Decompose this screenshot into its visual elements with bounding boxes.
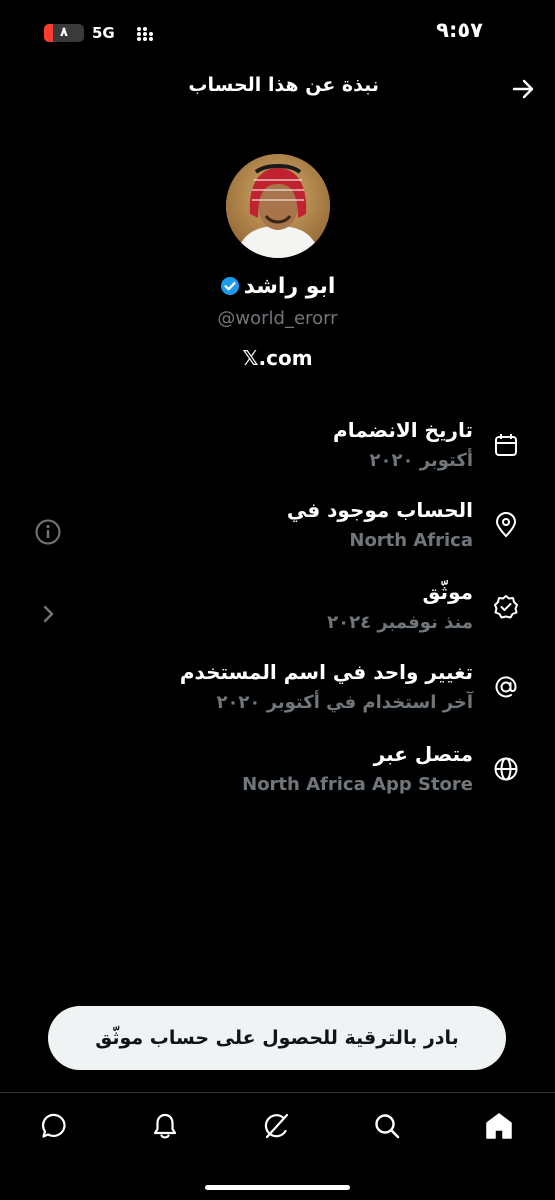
at-icon	[495, 676, 517, 698]
home-indicator	[205, 1185, 350, 1190]
avatar[interactable]	[226, 154, 330, 258]
signal-icon	[137, 27, 153, 41]
profile-name-row: ابو راشد	[0, 274, 555, 299]
home-icon[interactable]	[484, 1111, 514, 1141]
info-row-username-change: تغيير واحد في اسم المستخدم آخر استخدام ف…	[0, 660, 555, 724]
info-icon[interactable]	[34, 518, 62, 546]
profile-handle: @world_erorr	[217, 308, 338, 329]
globe-icon	[494, 757, 518, 781]
battery-level-text: ٨	[60, 25, 68, 40]
back-arrow-icon[interactable]	[511, 78, 535, 100]
row-subtitle: منذ نوفمبر ٢٠٢٤	[327, 612, 473, 633]
row-title: تاريخ الانضمام	[333, 418, 473, 442]
profile-site: 𝕏.com	[242, 346, 313, 370]
avatar-image	[226, 154, 330, 258]
battery-icon: ٨	[44, 24, 84, 42]
bottom-nav	[0, 1092, 555, 1200]
grok-icon[interactable]	[262, 1111, 292, 1141]
profile-name: ابو راشد	[243, 274, 336, 299]
network-type: 5G	[92, 24, 115, 42]
row-subtitle: North Africa	[349, 530, 473, 551]
verified-badge-icon	[494, 595, 518, 619]
row-title: موثّق	[422, 580, 473, 604]
status-time: ٩:٥٧	[436, 18, 483, 42]
row-title: تغيير واحد في اسم المستخدم	[179, 660, 473, 684]
row-subtitle: أكتوبر ٢٠٢٠	[369, 450, 473, 471]
info-row-verified[interactable]: موثّق منذ نوفمبر ٢٠٢٤	[0, 580, 555, 644]
messages-icon[interactable]	[40, 1111, 70, 1141]
status-bar: ٨ 5G ٩:٥٧	[0, 0, 555, 66]
search-icon[interactable]	[372, 1111, 402, 1141]
location-icon	[495, 512, 517, 538]
upgrade-verified-button[interactable]: بادر بالترقية للحصول على حساب موثّق	[48, 1006, 506, 1070]
calendar-icon	[495, 434, 517, 456]
row-title: الحساب موجود في	[286, 498, 473, 522]
info-row-join-date: تاريخ الانضمام أكتوبر ٢٠٢٠	[0, 418, 555, 482]
notifications-icon[interactable]	[150, 1111, 180, 1141]
row-subtitle: آخر استخدام في أكتوبر ٢٠٢٠	[216, 692, 473, 713]
info-row-location: الحساب موجود في North Africa	[0, 498, 555, 562]
row-title: متصل عبر	[373, 742, 473, 766]
page-title: نبذة عن هذا الحساب	[188, 74, 379, 96]
row-subtitle: North Africa App Store	[242, 774, 473, 795]
verified-badge-icon	[220, 277, 239, 295]
info-row-connected-via: متصل عبر North Africa App Store	[0, 742, 555, 806]
chevron-icon[interactable]	[34, 600, 62, 628]
